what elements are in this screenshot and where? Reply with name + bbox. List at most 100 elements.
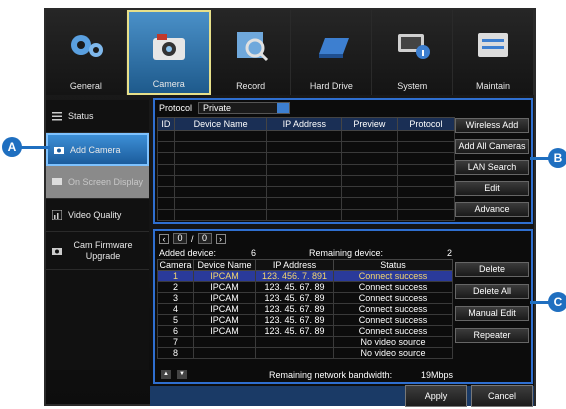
tab-label: Hard Drive	[309, 81, 353, 91]
table-row[interactable]	[157, 152, 456, 165]
protocol-value: Private	[203, 103, 232, 113]
table-row[interactable]: 8 No video source	[157, 347, 453, 359]
tab-label: System	[397, 81, 428, 91]
sidebar-item-video-quality[interactable]: Video Quality	[46, 199, 149, 232]
sidebar-item-on-screen-display[interactable]: On Screen Display	[46, 166, 149, 199]
wireless-add-button[interactable]: Wireless Add	[455, 118, 529, 133]
added-devices-table: Camera Device Name IP Address Status 1 I…	[157, 259, 453, 359]
column-header: Preview	[341, 117, 398, 131]
edit-button[interactable]: Edit	[455, 181, 529, 196]
delete-all-button[interactable]: Delete All	[455, 284, 529, 299]
search-buttons: Wireless Add Add All Cameras LAN Search …	[455, 118, 529, 217]
chevron-right-icon[interactable]: ›	[215, 233, 226, 244]
callout-c: C	[548, 292, 566, 312]
repeater-button[interactable]: Repeater	[455, 328, 529, 343]
pager-current: 0	[173, 233, 187, 244]
table-row[interactable]	[157, 197, 456, 210]
chevron-left-icon[interactable]: ‹	[159, 233, 169, 244]
protocol-select[interactable]: Private	[198, 102, 291, 114]
status-cell: Connect success	[333, 270, 453, 282]
tab-maintain[interactable]: Maintain	[453, 10, 534, 95]
tab-system[interactable]: System	[372, 10, 454, 95]
table-row[interactable]: 7 No video source	[157, 336, 453, 348]
camera-icon	[152, 34, 185, 60]
sidebar: Status Add Camera On Screen Display Vide…	[46, 100, 149, 370]
table-row[interactable]	[157, 174, 456, 188]
camera-cell: 2	[157, 281, 194, 293]
table-row[interactable]	[157, 141, 456, 154]
camera-icon	[52, 247, 62, 255]
camera-icon	[54, 146, 64, 154]
add-all-cameras-button[interactable]: Add All Cameras	[455, 139, 529, 154]
status-cell: No video source	[333, 336, 453, 348]
table-row[interactable]: 2 IPCAM 123. 45. 67. 89 Connect success	[157, 281, 453, 293]
device-counts: Added device: 6 Remaining device: 2	[159, 248, 455, 258]
device-name-cell	[193, 336, 256, 348]
table-row[interactable]: 4 IPCAM 123. 45. 67. 89 Connect success	[157, 303, 453, 315]
tab-general[interactable]: General	[46, 10, 127, 95]
status-cell: Connect success	[333, 325, 453, 337]
ip-cell	[255, 336, 334, 348]
column-header: IP Address	[255, 259, 334, 271]
bandwidth-row: ▲ ▼ Remaining network bandwidth: 19Mbps	[157, 368, 453, 381]
column-header: Device Name	[193, 259, 256, 271]
added-device-buttons: Delete Delete All Manual Edit Repeater	[455, 262, 529, 343]
table-row[interactable]: 5 IPCAM 123. 45. 67. 89 Connect success	[157, 314, 453, 326]
tab-hard-drive[interactable]: Hard Drive	[291, 10, 373, 95]
device-name-cell: IPCAM	[193, 303, 256, 315]
chevron-down-icon	[277, 103, 290, 113]
status-cell: Connect success	[333, 292, 453, 304]
table-row[interactable]: 3 IPCAM 123. 45. 67. 89 Connect success	[157, 292, 453, 304]
maintain-icon	[478, 33, 509, 57]
column-header: IP Address	[266, 117, 343, 131]
table-row[interactable]	[157, 129, 456, 143]
pager-separator: /	[191, 233, 194, 244]
arrow-down-icon[interactable]: ▼	[177, 370, 187, 379]
table-row[interactable]: 1 IPCAM 123. 456. 7. 891 Connect success	[157, 270, 453, 282]
pager: ‹ 0 / 0 ›	[159, 233, 226, 244]
callout-b: B	[548, 148, 566, 168]
apply-button[interactable]: Apply	[405, 385, 467, 407]
scroll-arrows: ▲ ▼	[161, 370, 187, 379]
ip-cell: 123. 456. 7. 891	[255, 270, 334, 282]
device-name-cell: IPCAM	[193, 270, 256, 282]
table-row[interactable]	[157, 208, 456, 222]
table-row[interactable]: 6 IPCAM 123. 45. 67. 89 Connect success	[157, 325, 453, 337]
sidebar-item-cam-firmware-upgrade[interactable]: Cam Firmware Upgrade	[46, 232, 149, 270]
camera-cell: 4	[157, 303, 194, 315]
table-row[interactable]	[157, 186, 456, 199]
arrow-up-icon[interactable]: ▲	[161, 370, 171, 379]
camera-cell: 6	[157, 325, 194, 337]
sidebar-item-status[interactable]: Status	[46, 100, 149, 133]
tab-camera[interactable]: Camera	[126, 10, 211, 95]
camera-cell: 7	[157, 336, 194, 348]
record-icon	[236, 32, 268, 62]
remaining-device-value: 2	[447, 248, 453, 258]
tab-record[interactable]: Record	[211, 10, 292, 95]
bar-chart-icon	[52, 210, 62, 220]
table-header: Camera Device Name IP Address Status	[157, 259, 453, 271]
sidebar-item-label: Cam Firmware Upgrade	[73, 239, 133, 261]
status-cell: Connect success	[333, 303, 453, 315]
tab-label: Maintain	[476, 81, 511, 91]
list-icon	[52, 112, 62, 121]
camera-cell: 8	[157, 347, 194, 359]
delete-button[interactable]: Delete	[455, 262, 529, 277]
ip-cell: 123. 45. 67. 89	[255, 303, 334, 315]
ip-cell	[255, 347, 334, 359]
callout-a: A	[2, 137, 22, 157]
sidebar-item-add-camera[interactable]: Add Camera	[46, 133, 149, 166]
sidebar-item-label: Video Quality	[68, 210, 122, 220]
table-row[interactable]	[157, 163, 456, 176]
sidebar-item-label: On Screen Display	[68, 176, 144, 187]
device-name-cell: IPCAM	[193, 292, 256, 304]
cancel-button[interactable]: Cancel	[471, 385, 533, 407]
device-name-cell: IPCAM	[193, 325, 256, 337]
column-header: Camera	[157, 259, 194, 271]
advance-button[interactable]: Advance	[455, 202, 529, 217]
added-devices-panel: ‹ 0 / 0 › Added device: 6 Remaining devi…	[153, 229, 533, 384]
protocol-label: Protocol	[159, 103, 193, 113]
manual-edit-button[interactable]: Manual Edit	[455, 306, 529, 321]
camera-cell: 3	[157, 292, 194, 304]
lan-search-button[interactable]: LAN Search	[455, 160, 529, 175]
